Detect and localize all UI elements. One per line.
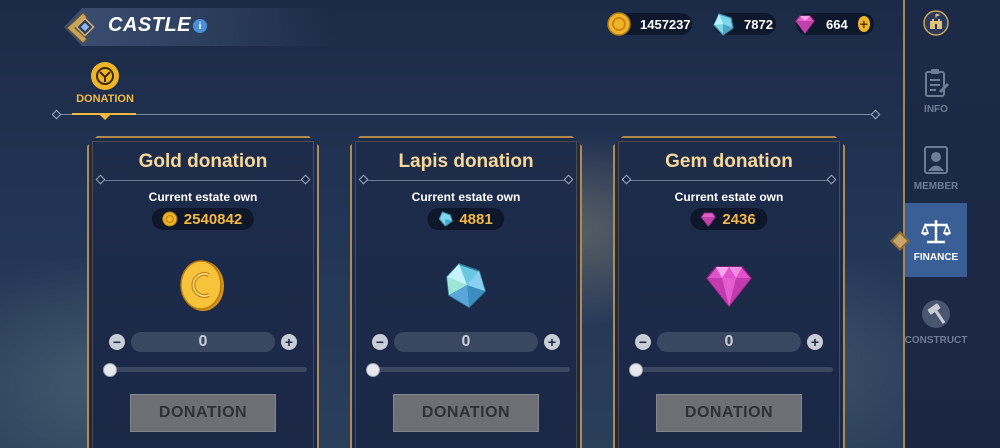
- lapis-amount: 7872: [744, 16, 773, 32]
- pink-gem-icon: [700, 211, 716, 227]
- amount-slider[interactable]: [366, 364, 570, 374]
- slider-track: [629, 367, 833, 372]
- quantity-stepper: − 0 +: [370, 332, 562, 352]
- divider-end-left: [51, 109, 62, 120]
- card-separator: [625, 180, 833, 181]
- right-sidebar: INFO MEMBER FINANCE CONSTRUCT: [903, 0, 1000, 448]
- amount-input[interactable]: 0: [131, 332, 275, 352]
- slider-track: [366, 367, 570, 372]
- amount-input[interactable]: 0: [657, 332, 801, 352]
- gem-currency: 664 +: [795, 13, 874, 35]
- amount-slider[interactable]: [103, 364, 307, 374]
- gold-coin-icon: [162, 211, 178, 227]
- estate-label: Current estate own: [674, 190, 784, 204]
- lapis-crystal-icon: [710, 11, 736, 40]
- gold-donation-card: Gold donation Current estate own 2540842…: [87, 136, 319, 448]
- pink-gem-icon: [792, 11, 818, 40]
- card-separator: [362, 180, 570, 181]
- gold-coin-icon: [173, 256, 233, 316]
- tab-donation-label: DONATION: [76, 93, 134, 105]
- estate-value: 4881: [459, 210, 493, 228]
- quantity-stepper: − 0 +: [633, 332, 825, 352]
- estate-value-pill: 4881: [427, 208, 504, 230]
- estate-value-pill: 2436: [690, 208, 767, 230]
- donation-emblem-icon: [91, 62, 119, 90]
- gem-amount: 664: [826, 16, 848, 32]
- tab-donation[interactable]: DONATION: [70, 62, 140, 116]
- gold-coin-icon: [606, 11, 632, 40]
- sidebar-item-member[interactable]: MEMBER: [905, 131, 967, 205]
- increase-button[interactable]: +: [281, 334, 297, 350]
- slider-thumb[interactable]: [103, 363, 117, 377]
- pink-gem-icon: [699, 256, 759, 316]
- divider-end-right: [870, 109, 881, 120]
- estate-label: Current estate own: [411, 190, 521, 204]
- gold-currency: 1457237: [607, 12, 692, 36]
- increase-button[interactable]: +: [807, 334, 823, 350]
- clipboard-icon: [925, 68, 950, 97]
- slider-track: [103, 367, 307, 372]
- increase-button[interactable]: +: [544, 334, 560, 350]
- hammer-icon: [922, 299, 950, 328]
- add-gem-button[interactable]: +: [857, 16, 870, 32]
- card-title: Gold donation: [138, 151, 268, 172]
- back-arrow-icon[interactable]: [60, 8, 100, 48]
- donation-button[interactable]: DONATION: [130, 394, 276, 432]
- sidebar-item-label: MEMBER: [913, 180, 959, 192]
- card-title: Lapis donation: [398, 151, 534, 172]
- amount-input[interactable]: 0: [394, 332, 538, 352]
- scales-icon: [921, 219, 951, 243]
- sidebar-item-label: FINANCE: [913, 251, 959, 263]
- decrease-button[interactable]: −: [635, 334, 651, 350]
- sidebar-item-label: CONSTRUCT: [904, 334, 968, 346]
- member-portrait-icon: [924, 145, 948, 174]
- slider-thumb[interactable]: [366, 363, 380, 377]
- estate-value: 2540842: [183, 210, 243, 228]
- decrease-button[interactable]: −: [109, 334, 125, 350]
- info-icon[interactable]: i: [193, 19, 207, 33]
- lapis-donation-card: Lapis donation Current estate own 4881 −…: [350, 136, 582, 448]
- card-title: Gem donation: [665, 151, 793, 172]
- decrease-button[interactable]: −: [372, 334, 388, 350]
- lapis-currency: 7872: [713, 13, 776, 36]
- slider-thumb[interactable]: [629, 363, 643, 377]
- estate-value: 2436: [722, 210, 756, 228]
- amount-slider[interactable]: [629, 364, 833, 374]
- donation-button[interactable]: DONATION: [656, 394, 802, 432]
- sidebar-item-label: INFO: [924, 103, 948, 115]
- page-title: CASTLE: [108, 14, 191, 36]
- tab-divider: [58, 114, 876, 115]
- sidebar-item-finance[interactable]: FINANCE: [905, 203, 967, 277]
- card-separator: [99, 180, 307, 181]
- lapis-crystal-icon: [437, 211, 453, 227]
- lapis-crystal-icon: [436, 256, 496, 316]
- tab-active-caret: [99, 114, 111, 120]
- quantity-stepper: − 0 +: [107, 332, 299, 352]
- sidebar-item-info[interactable]: INFO: [905, 54, 967, 128]
- estate-label: Current estate own: [148, 190, 258, 204]
- gem-donation-card: Gem donation Current estate own 2436 − 0…: [613, 136, 845, 448]
- sidebar-item-construct[interactable]: CONSTRUCT: [905, 285, 967, 359]
- estate-value-pill: 2540842: [152, 208, 254, 230]
- gold-amount: 1457237: [640, 16, 691, 32]
- castle-icon[interactable]: [921, 8, 951, 38]
- donation-button[interactable]: DONATION: [393, 394, 539, 432]
